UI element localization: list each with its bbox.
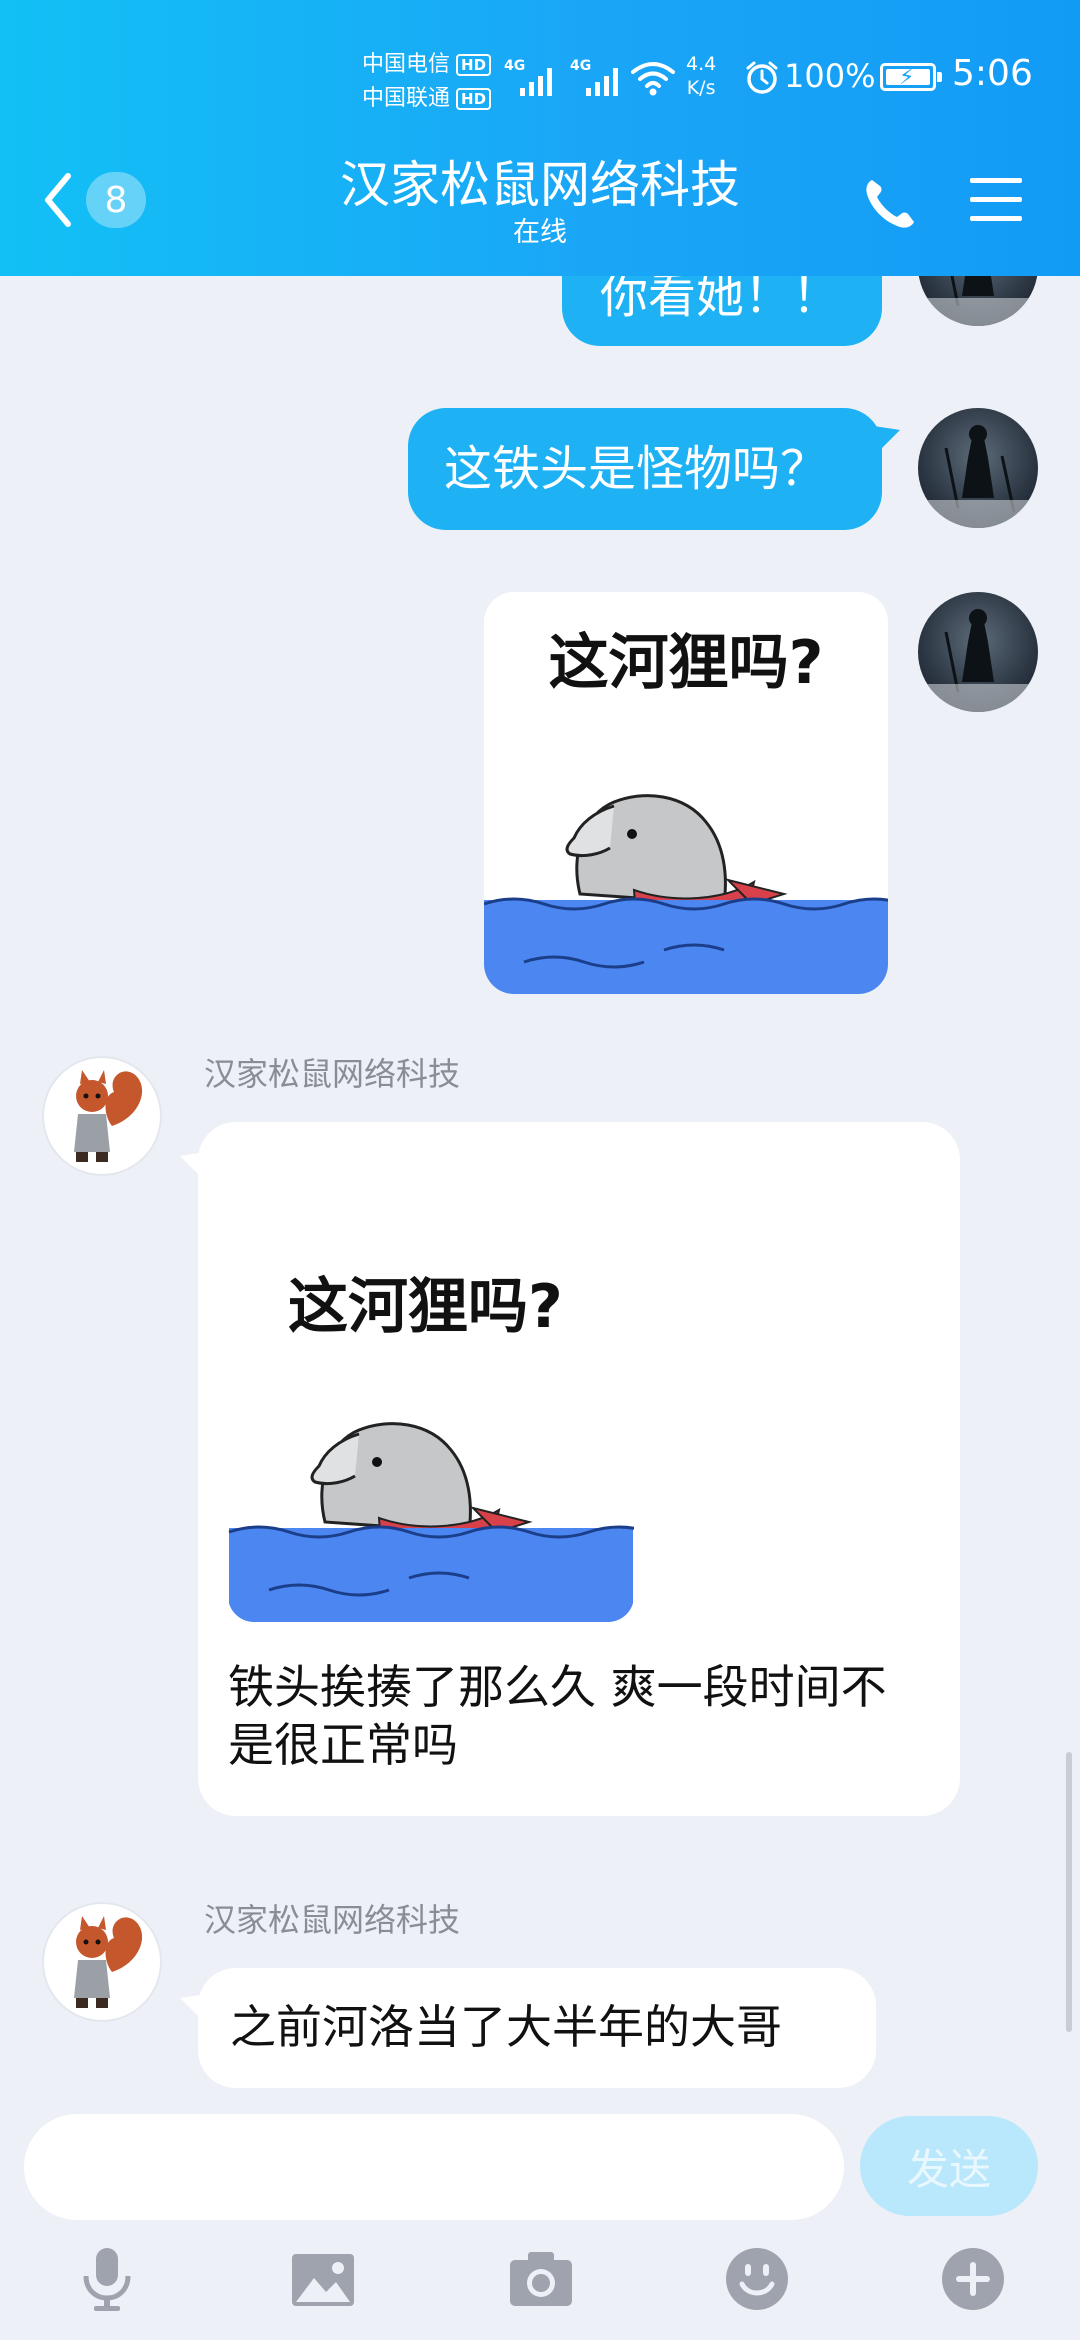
message-bubble-outgoing[interactable]: 你看她！！ xyxy=(562,276,882,346)
message-bubble-outgoing[interactable]: 这铁头是怪物吗？ xyxy=(408,408,882,530)
speed-unit: K/s xyxy=(686,77,716,99)
contact-avatar[interactable] xyxy=(42,1056,162,1176)
message-text: 铁头挨揍了那么久 爽一段时间不是很正常吗 xyxy=(228,1660,887,1772)
battery-icon: ⚡ xyxy=(880,63,942,91)
emoji-icon[interactable] xyxy=(722,2244,792,2314)
my-avatar[interactable] xyxy=(918,408,1038,528)
chat-header: 中国电信 HD 中国联通 HD 4G 4G 4.4 K/s 100% ⚡ 5:06 xyxy=(0,0,1080,276)
squirrel-avatar-image xyxy=(74,1916,143,2008)
speed-value: 4.4 xyxy=(686,53,717,75)
clock: 5:06 xyxy=(952,53,1033,94)
seal-sticker-image xyxy=(484,794,888,994)
input-area: 发送 xyxy=(0,2108,1080,2340)
scrollbar[interactable] xyxy=(1066,1752,1072,2032)
microphone-icon[interactable] xyxy=(72,2244,142,2314)
send-button[interactable]: 发送 xyxy=(860,2116,1038,2216)
my-avatar[interactable] xyxy=(918,592,1038,712)
my-avatar[interactable] xyxy=(918,276,1038,326)
hd-badge: HD xyxy=(456,54,492,76)
carrier-1: 中国电信 xyxy=(362,52,451,77)
carrier-info: 中国电信 HD 中国联通 HD xyxy=(362,48,492,116)
menu-icon[interactable] xyxy=(968,172,1024,228)
bubble-tail xyxy=(874,426,900,452)
carrier-2: 中国联通 xyxy=(362,86,451,111)
sticker-message[interactable]: 这河狸吗? xyxy=(484,592,888,994)
sticker-caption: 这河狸吗? xyxy=(548,628,824,698)
signal-icon: 4G xyxy=(570,58,630,100)
sender-name: 汉家松鼠网络科技 xyxy=(204,1055,461,1093)
signal-icon: 4G xyxy=(504,58,564,100)
seal-sticker-image xyxy=(228,1422,634,1622)
message-bubble-incoming[interactable]: 之前河洛当了大半年的大哥 xyxy=(198,1968,876,2088)
squirrel-avatar-image xyxy=(74,1070,143,1162)
phone-icon[interactable] xyxy=(858,172,922,236)
sticker-message[interactable]: 这河狸吗? xyxy=(228,1222,634,1622)
message-text: 这铁头是怪物吗？ xyxy=(444,441,829,497)
contact-avatar[interactable] xyxy=(42,1902,162,2022)
alarm-icon xyxy=(746,61,778,94)
sender-name: 汉家松鼠网络科技 xyxy=(204,1901,461,1939)
message-text: 你看她！！ xyxy=(600,276,841,324)
plus-icon[interactable] xyxy=(938,2244,1008,2314)
image-icon[interactable] xyxy=(288,2244,358,2314)
battery-percent: 100% xyxy=(784,57,876,95)
warrior-avatar-image xyxy=(918,425,1038,528)
hd-badge: HD xyxy=(456,88,492,110)
network-speed: 4.4 K/s xyxy=(686,52,716,100)
message-text: 之前河洛当了大半年的大哥 xyxy=(230,2000,782,2054)
message-input[interactable] xyxy=(24,2114,844,2220)
status-bar: 中国电信 HD 中国联通 HD 4G 4G 4.4 K/s 100% ⚡ 5:06 xyxy=(0,0,1080,150)
wifi-icon xyxy=(631,62,675,96)
message-bubble-incoming[interactable]: 这河狸吗? 铁头挨揍了那么久 爽一段时间不是很正常吗 xyxy=(198,1122,960,1816)
warrior-avatar-image xyxy=(918,609,1038,712)
warrior-avatar-image xyxy=(918,276,1038,326)
message-list[interactable]: 你看她！！ 这铁头是怪物吗？ 这河狸吗? 汉家松鼠网络科技 这河狸吗? 铁头挨揍… xyxy=(0,276,1080,2108)
camera-icon[interactable] xyxy=(506,2244,576,2314)
